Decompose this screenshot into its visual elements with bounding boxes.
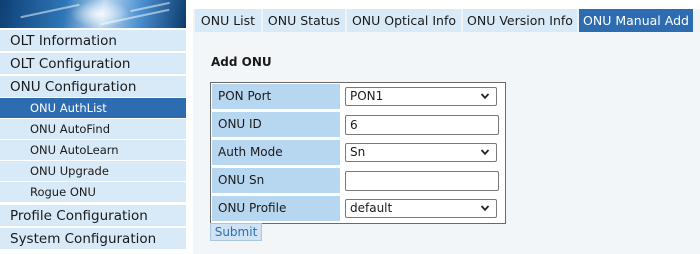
form-row-auth-mode: Auth Mode Sn (211, 139, 505, 166)
sidebar-item-profile-configuration[interactable]: Profile Configuration (0, 205, 186, 227)
sidebar-item-system-configuration[interactable]: System Configuration (0, 228, 186, 250)
form-row-onu-id: ONU ID 6 (211, 111, 505, 138)
form-row-pon-port: PON Port PON1 (211, 83, 505, 110)
onu-profile-label: ONU Profile (212, 196, 340, 221)
pon-port-select[interactable]: PON1 (345, 87, 497, 106)
chevron-down-icon (480, 149, 490, 156)
auth-mode-value: Sn (350, 145, 366, 159)
logo-banner (0, 0, 186, 28)
onu-sn-label: ONU Sn (212, 168, 340, 193)
tab-onu-version-info[interactable]: ONU Version Info (463, 9, 577, 32)
onu-profile-value: default (350, 201, 393, 215)
sidebar-subitem-onu-upgrade[interactable]: ONU Upgrade (0, 161, 186, 182)
sidebar-subitem-onu-autolearn[interactable]: ONU AutoLearn (0, 140, 186, 161)
auth-mode-label: Auth Mode (212, 140, 340, 165)
onu-sn-input[interactable] (345, 171, 499, 191)
tab-onu-manual-add[interactable]: ONU Manual Add (579, 9, 693, 32)
sidebar-subitem-onu-autofind[interactable]: ONU AutoFind (0, 119, 186, 140)
sidebar-subitem-onu-authlist[interactable]: ONU AuthList (0, 98, 186, 119)
form-title: Add ONU (211, 55, 272, 69)
chevron-down-icon (480, 205, 490, 212)
onu-id-label: ONU ID (212, 112, 340, 137)
form-row-onu-profile: ONU Profile default (211, 195, 505, 222)
auth-mode-select[interactable]: Sn (345, 143, 497, 162)
add-onu-form: PON Port PON1 ONU ID 6 Auth Mode Sn ONU … (210, 82, 506, 224)
chevron-down-icon (480, 93, 490, 100)
tab-onu-optical-info[interactable]: ONU Optical Info (347, 9, 461, 32)
tab-onu-list[interactable]: ONU List (195, 9, 261, 32)
pon-port-value: PON1 (350, 89, 384, 103)
sidebar-item-olt-configuration[interactable]: OLT Configuration (0, 53, 186, 75)
form-row-onu-sn: ONU Sn (211, 167, 505, 194)
submit-button[interactable]: Submit (210, 223, 262, 241)
tab-onu-status[interactable]: ONU Status (263, 9, 345, 32)
pon-port-label: PON Port (212, 84, 340, 109)
onu-id-input[interactable]: 6 (345, 115, 499, 135)
onu-profile-select[interactable]: default (345, 199, 497, 218)
sidebar: OLT Information OLT Configuration ONU Co… (0, 0, 186, 254)
sidebar-subitem-rogue-onu[interactable]: Rogue ONU (0, 182, 186, 203)
sidebar-item-olt-information[interactable]: OLT Information (0, 30, 186, 52)
sidebar-item-onu-configuration[interactable]: ONU Configuration (0, 76, 186, 98)
